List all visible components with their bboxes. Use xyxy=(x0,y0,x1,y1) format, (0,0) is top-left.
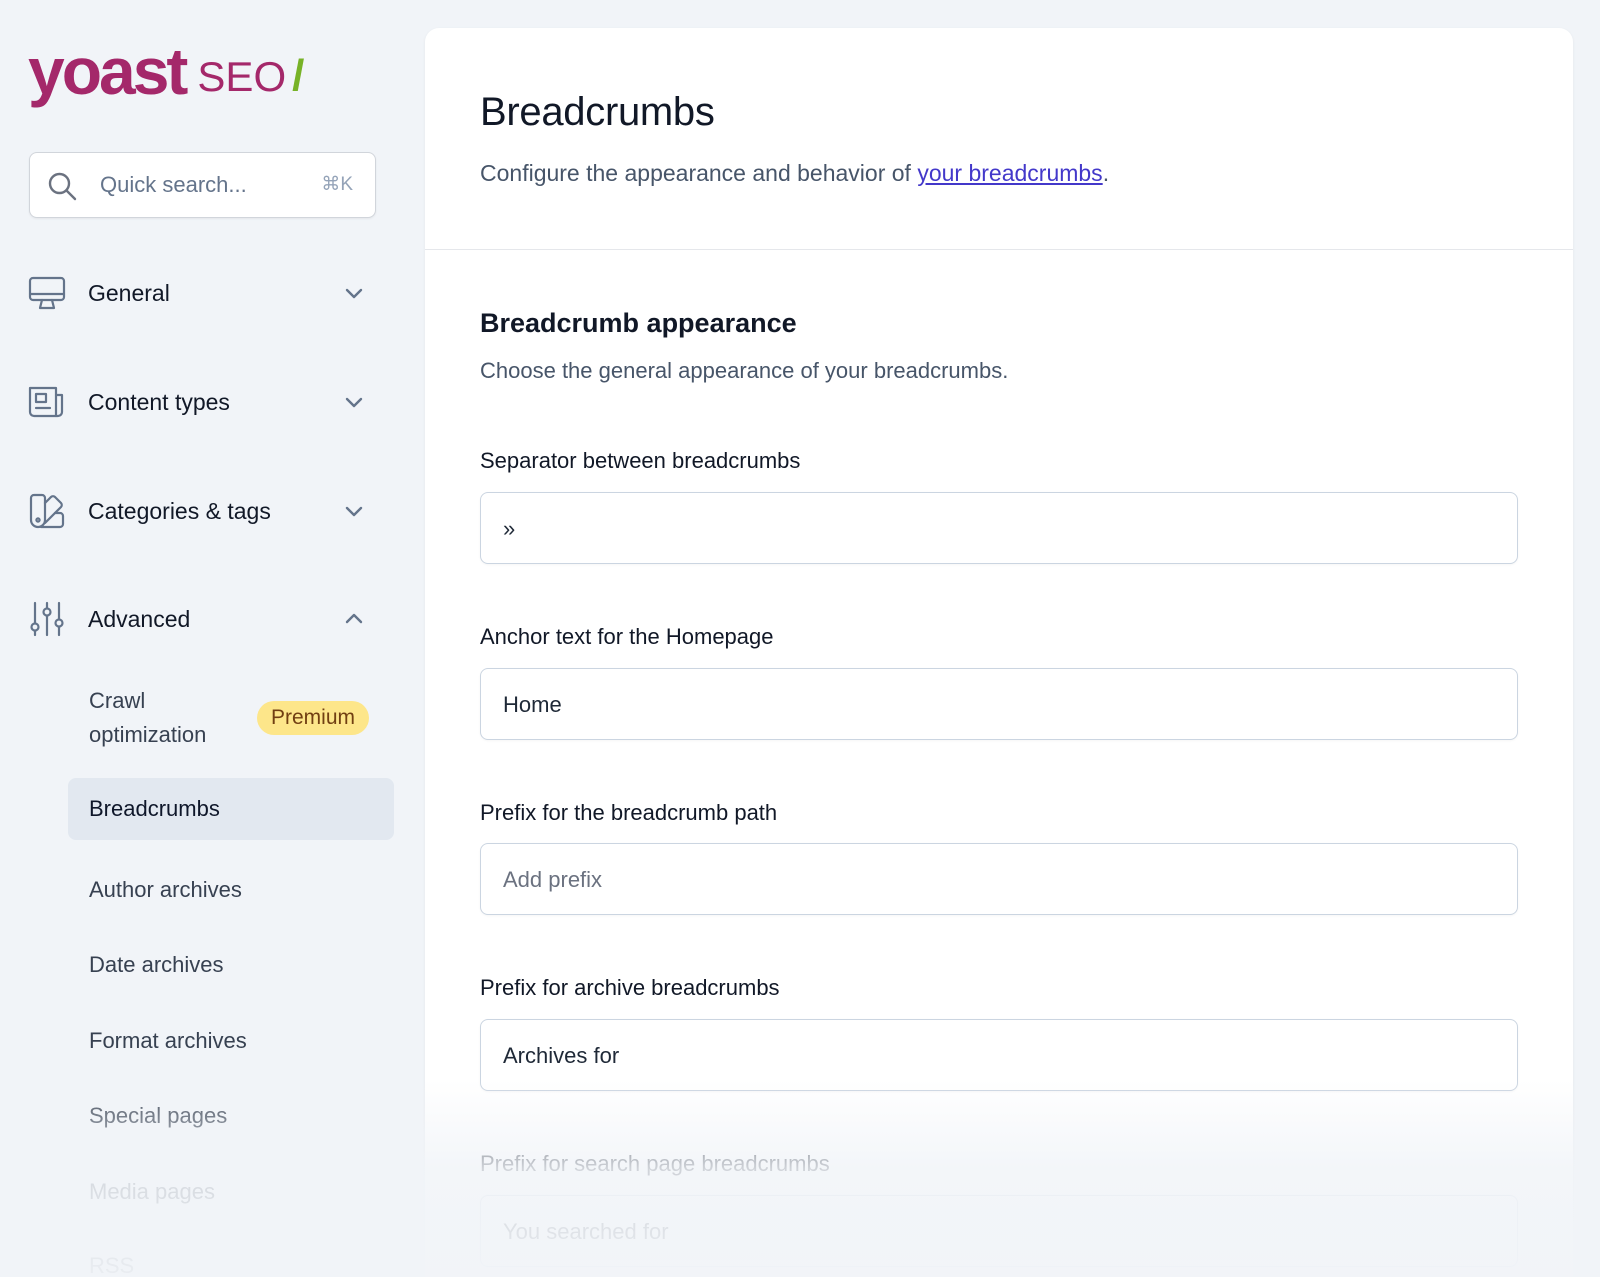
quick-search-input[interactable] xyxy=(100,165,310,205)
sidebar: yoast SEO / ⌘K General Content types xyxy=(0,0,420,1277)
archive-prefix-label: Prefix for archive breadcrumbs xyxy=(480,975,780,1000)
page-description-suffix: . xyxy=(1102,160,1110,186)
sidebar-item-breadcrumbs[interactable]: Breadcrumbs xyxy=(68,778,394,840)
search-prefix-input[interactable] xyxy=(503,1212,1493,1252)
sidebar-group-label: Advanced xyxy=(88,605,191,632)
monitor-icon xyxy=(28,276,66,310)
sidebar-item-label: Format archives xyxy=(89,1028,247,1053)
color-swatch-icon xyxy=(29,493,65,529)
sidebar-item-author-archives[interactable]: Author archives xyxy=(68,870,394,910)
page-header: Breadcrumbs Configure the appearance and… xyxy=(425,28,1573,250)
sidebar-item-media-pages[interactable]: Media pages xyxy=(68,1172,394,1212)
adjustments-icon xyxy=(30,601,64,637)
sidebar-item-label: Crawl optimization xyxy=(89,688,207,747)
homepage-anchor-label: Anchor text for the Homepage xyxy=(480,624,774,649)
sidebar-item-rss[interactable]: RSS xyxy=(68,1246,394,1277)
sidebar-item-special-pages[interactable]: Special pages xyxy=(68,1096,394,1136)
path-prefix-input[interactable] xyxy=(503,860,1493,900)
separator-label: Separator between breadcrumbs xyxy=(480,448,801,473)
newspaper-icon xyxy=(28,386,64,418)
premium-badge: Premium xyxy=(257,701,370,735)
search-prefix-field[interactable] xyxy=(480,1195,1518,1267)
sidebar-group-label: Content types xyxy=(88,388,230,415)
sidebar-item-label: Breadcrumbs xyxy=(89,796,220,821)
section-title: Breadcrumb appearance xyxy=(480,308,797,338)
search-icon xyxy=(48,172,77,201)
page-title: Breadcrumbs xyxy=(480,90,715,134)
archive-prefix-input[interactable] xyxy=(503,1036,1493,1076)
logo-brand: yoast xyxy=(28,34,188,108)
archive-prefix-field[interactable] xyxy=(480,1019,1518,1091)
homepage-anchor-input[interactable] xyxy=(503,685,1493,725)
sidebar-group-advanced[interactable]: Advanced xyxy=(28,594,378,644)
separator-input[interactable] xyxy=(503,509,1493,549)
chevron-up-icon xyxy=(345,613,363,624)
separator-field[interactable] xyxy=(480,492,1518,564)
your-breadcrumbs-link[interactable]: your breadcrumbs xyxy=(917,160,1102,186)
sidebar-group-categories-tags[interactable]: Categories & tags xyxy=(28,486,378,536)
path-prefix-field[interactable] xyxy=(480,843,1518,915)
sidebar-group-label: General xyxy=(88,279,170,306)
sidebar-group-general[interactable]: General xyxy=(28,268,378,318)
chevron-down-icon xyxy=(345,397,363,408)
keyboard-shortcut-hint: ⌘K xyxy=(321,174,353,195)
sidebar-item-label: Date archives xyxy=(89,952,224,977)
sidebar-item-date-archives[interactable]: Date archives xyxy=(68,945,394,985)
search-prefix-label: Prefix for search page breadcrumbs xyxy=(480,1151,830,1176)
chevron-down-icon xyxy=(345,506,363,517)
page-description-text: Configure the appearance and behavior of xyxy=(480,160,918,186)
chevron-down-icon xyxy=(345,288,363,299)
quick-search-box[interactable]: ⌘K xyxy=(29,152,376,218)
page-description: Configure the appearance and behavior of… xyxy=(480,160,1109,187)
yoast-seo-logo: yoast SEO / xyxy=(28,24,304,104)
main-content-card: Breadcrumbs Configure the appearance and… xyxy=(425,28,1573,1277)
logo-product: SEO xyxy=(197,53,287,100)
homepage-anchor-field[interactable] xyxy=(480,668,1518,740)
sidebar-group-content-types[interactable]: Content types xyxy=(28,377,378,427)
sidebar-group-label: Categories & tags xyxy=(88,497,271,524)
sidebar-item-label: RSS xyxy=(89,1253,135,1277)
sidebar-item-label: Author archives xyxy=(89,877,242,902)
logo-slash: / xyxy=(292,51,305,100)
sidebar-item-format-archives[interactable]: Format archives xyxy=(68,1021,394,1061)
sidebar-item-crawl-optimization[interactable]: Crawl optimization Premium xyxy=(68,680,394,756)
path-prefix-label: Prefix for the breadcrumb path xyxy=(480,800,778,825)
sidebar-item-label: Media pages xyxy=(89,1179,215,1204)
sidebar-item-label: Special pages xyxy=(89,1103,228,1128)
section-description: Choose the general appearance of your br… xyxy=(480,358,1009,383)
